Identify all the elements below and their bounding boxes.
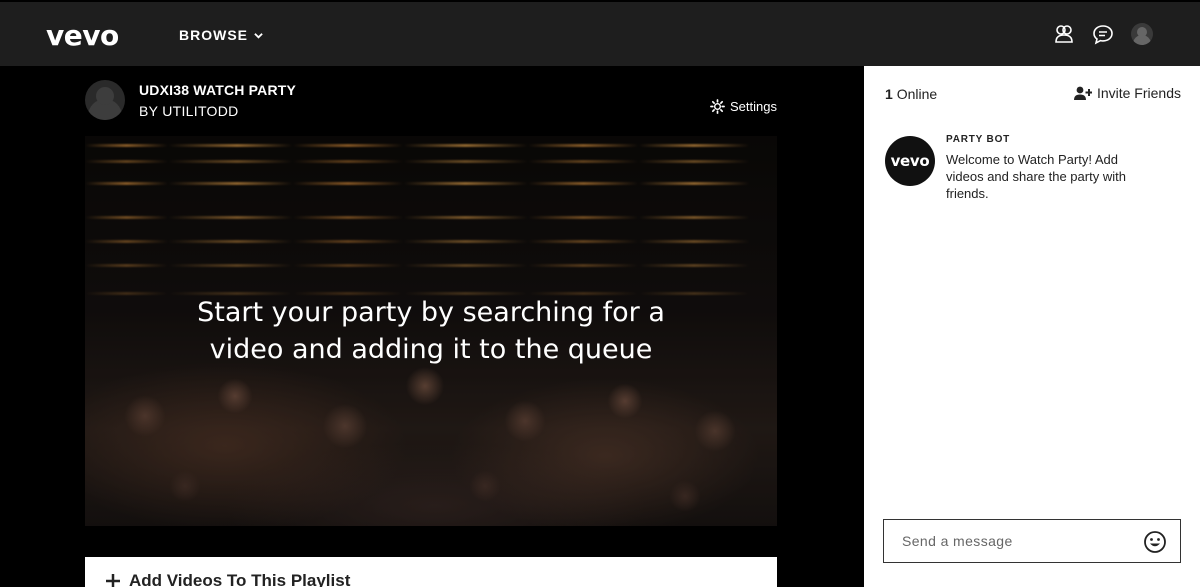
watch-party-main: UDXI38 WATCH PARTY BY UTILITODD Settings: [0, 66, 864, 587]
message-input[interactable]: [902, 533, 1132, 549]
party-title: UDXI38 WATCH PARTY: [139, 82, 297, 98]
message-input-box: [883, 519, 1181, 563]
chat-sidebar: 1 Online Invite Friends vevo PARTY BOT W…: [864, 66, 1200, 587]
smiley-icon[interactable]: [1143, 530, 1167, 554]
invite-friends-label: Invite Friends: [1096, 85, 1181, 101]
message-author: PARTY BOT: [946, 134, 1011, 145]
online-count: 1 Online: [885, 86, 937, 102]
user-avatar[interactable]: [1130, 22, 1154, 46]
add-user-icon: [1073, 86, 1092, 100]
friends-icon[interactable]: [1052, 22, 1076, 46]
online-label: Online: [896, 86, 938, 102]
party-header: UDXI38 WATCH PARTY BY UTILITODD Settings: [85, 80, 777, 124]
hero-prompt-line-1: Start your party by searching for a: [197, 297, 665, 328]
vevo-logo[interactable]: vevo: [46, 19, 119, 52]
browse-menu[interactable]: BROWSE: [179, 27, 263, 43]
settings-label: Settings: [730, 99, 777, 114]
add-videos-bar[interactable]: Add Videos To This Playlist: [85, 557, 777, 587]
online-number: 1: [885, 86, 893, 102]
avatar: [1131, 23, 1153, 45]
add-videos-label: Add Videos To This Playlist: [129, 571, 351, 587]
message-text: Welcome to Watch Party! Add videos and s…: [946, 152, 1126, 201]
party-hero-image: Start your party by searching for a vide…: [85, 136, 777, 526]
hero-prompt-line-2: video and adding it to the queue: [209, 334, 653, 365]
settings-button[interactable]: Settings: [710, 99, 777, 114]
chevron-down-icon: [254, 32, 263, 39]
invite-friends-button[interactable]: Invite Friends: [1073, 85, 1181, 101]
top-right-icons: [1052, 22, 1154, 46]
party-bot-avatar: vevo: [885, 136, 935, 186]
plus-icon: [106, 574, 120, 587]
party-host[interactable]: BY UTILITODD: [139, 103, 239, 119]
browse-label: BROWSE: [179, 27, 248, 43]
chat-icon[interactable]: [1091, 22, 1115, 46]
add-videos-button[interactable]: Add Videos To This Playlist: [105, 571, 350, 587]
gear-icon: [710, 99, 725, 114]
hero-prompt: Start your party by searching for a vide…: [85, 294, 777, 368]
top-navigation-bar: vevo BROWSE: [0, 0, 1200, 66]
host-avatar[interactable]: [85, 80, 125, 120]
